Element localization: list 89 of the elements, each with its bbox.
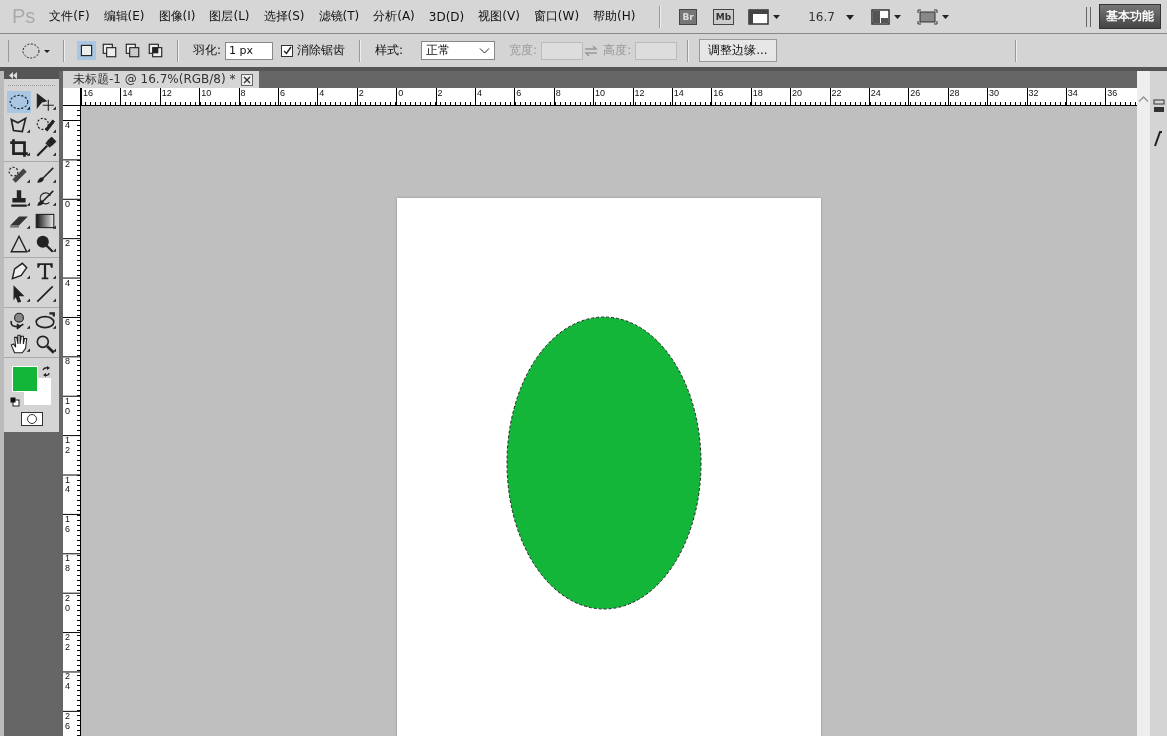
ruler-label: 26 xyxy=(910,88,921,98)
ruler-label: 24 xyxy=(870,88,881,98)
antialias-label: 消除锯齿 xyxy=(297,42,346,59)
ruler-label: 10 xyxy=(65,396,70,417)
ruler-label: 6 xyxy=(279,88,285,98)
selection-mode-icon[interactable] xyxy=(123,41,142,60)
menu-item[interactable]: 窗口(W) xyxy=(533,8,580,25)
bandage-icon[interactable] xyxy=(7,164,31,186)
width-field[interactable] xyxy=(541,41,584,60)
color-swatches-drawing[interactable] xyxy=(12,366,52,406)
ruler-label: 2 xyxy=(65,239,70,250)
ruler-label: 26 xyxy=(65,711,70,732)
ruler-label: 4 xyxy=(476,88,482,98)
ruler-label: 14 xyxy=(65,475,70,496)
menu-item[interactable]: 滤镜(T) xyxy=(318,8,360,25)
refine-edge-button[interactable]: 调整边缘... xyxy=(699,39,777,62)
ellipse-marquee-icon[interactable] xyxy=(7,91,31,113)
ruler-label: 16 xyxy=(65,514,70,535)
ruler-label: 34 xyxy=(1067,88,1078,98)
menu-item[interactable]: 图像(I) xyxy=(158,8,196,25)
menu-item[interactable]: 视图(V) xyxy=(478,8,520,25)
tool-preset-picker-icon[interactable] xyxy=(19,40,53,61)
ruler-label: 0 xyxy=(65,199,70,210)
ruler-label: 36 xyxy=(1107,88,1118,98)
feather-field[interactable]: 1 px xyxy=(225,41,274,60)
ruler-label: 20 xyxy=(792,88,803,98)
ruler-label: 8 xyxy=(555,88,561,98)
ruler-label: 14 xyxy=(673,88,684,98)
ruler-label: 16 xyxy=(713,88,724,98)
panel-icon[interactable] xyxy=(1152,99,1165,113)
ruler-label: 22 xyxy=(831,88,842,98)
ruler-label: 2 xyxy=(358,88,364,98)
ruler-label: 18 xyxy=(752,88,763,98)
ruler-label: 0 xyxy=(398,88,404,98)
workspace-button[interactable]: 基本功能 xyxy=(1099,4,1161,29)
default-colors-icon[interactable] xyxy=(10,397,20,407)
menu-item[interactable]: 编辑(E) xyxy=(103,8,145,25)
ruler-label: 2 xyxy=(437,88,443,98)
selection-mode-icon[interactable] xyxy=(146,41,165,60)
ruler-label: 32 xyxy=(1028,88,1039,98)
feather-label: 羽化: xyxy=(193,42,222,59)
menu-item[interactable]: 选择(S) xyxy=(263,8,305,25)
menu-item[interactable]: 图层(L) xyxy=(209,8,250,25)
ruler-label: 4 xyxy=(319,88,325,98)
ruler-label: 4 xyxy=(65,278,70,289)
selection-mode-icon[interactable] xyxy=(100,41,119,60)
quick-mask-icon[interactable] xyxy=(20,412,43,426)
ruler-origin[interactable] xyxy=(63,88,81,105)
ruler-label: 2 xyxy=(65,160,70,171)
swap-colors-icon[interactable] xyxy=(41,366,52,377)
mini-bridge-button[interactable]: Mb xyxy=(712,8,735,25)
ruler-label: 8 xyxy=(240,88,246,98)
antialias-checkbox[interactable] xyxy=(281,44,294,57)
zoom-level-dropdown[interactable]: 16.7 xyxy=(808,9,855,24)
menu-item[interactable]: 3D(D) xyxy=(428,9,465,24)
ruler-label: 10 xyxy=(201,88,212,98)
close-icon[interactable] xyxy=(241,73,254,86)
menu-item[interactable]: 文件(F) xyxy=(49,8,90,25)
ruler-label: 22 xyxy=(65,633,70,653)
ruler-label: 14 xyxy=(122,88,133,98)
ruler-label: 10 xyxy=(595,88,606,98)
style-dropdown[interactable]: 正常 xyxy=(421,41,496,60)
rotate-3d-icon[interactable] xyxy=(7,310,31,332)
crop-icon[interactable] xyxy=(7,137,31,159)
ruler-label: 6 xyxy=(65,317,70,328)
ruler-label: 24 xyxy=(65,672,70,693)
selection-mode-icon[interactable] xyxy=(77,41,96,60)
height-field[interactable] xyxy=(635,41,678,60)
ruler-label: 12 xyxy=(634,88,645,98)
ruler-label: 20 xyxy=(65,593,70,614)
style-label: 样式: xyxy=(375,42,404,59)
menu-item[interactable]: 分析(A) xyxy=(373,8,415,25)
document-tab[interactable]: 未标题-1 @ 16.7%(RGB/8) * xyxy=(63,71,260,88)
ruler-label: 16 xyxy=(83,88,93,98)
menu-item[interactable]: 帮助(H) xyxy=(593,8,636,25)
ruler-label: 6 xyxy=(516,88,522,98)
chevron-down-icon xyxy=(479,46,491,55)
ruler-label: 18 xyxy=(65,554,70,575)
ruler-label: 8 xyxy=(65,357,70,368)
view-extras-dropdown-icon[interactable] xyxy=(748,7,783,26)
caret-icon xyxy=(844,12,855,21)
lasso-icon[interactable] xyxy=(7,114,31,136)
orbit-3d-icon[interactable] xyxy=(33,310,57,332)
ruler-label: 12 xyxy=(65,436,70,456)
ruler-label: 30 xyxy=(989,88,999,98)
ruler-label: 28 xyxy=(949,88,960,98)
screen-mode-icon[interactable] xyxy=(916,7,951,26)
ruler-label: 12 xyxy=(161,88,172,98)
ruler-label: 4 xyxy=(65,121,70,131)
